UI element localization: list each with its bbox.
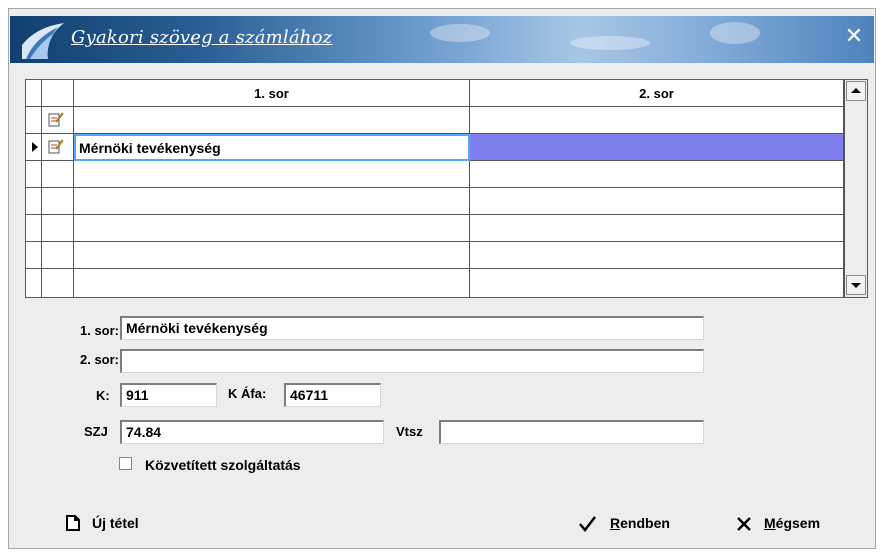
grid-cell-sor2-selected[interactable]: [470, 134, 844, 161]
szj-label: SZJ: [84, 424, 108, 439]
empty-cell: [74, 188, 470, 215]
sor2-field[interactable]: [120, 349, 704, 373]
x-cancel-icon: [737, 517, 751, 531]
k-label: K:: [96, 388, 110, 403]
app-logo-icon: [22, 23, 64, 59]
current-row-arrow-icon: [32, 142, 38, 152]
ok-label: Rendben: [610, 515, 670, 531]
empty-row-icon: [42, 161, 74, 188]
kozvetitett-checkbox-label[interactable]: Közvetített szolgáltatás: [145, 457, 301, 473]
new-document-icon: [66, 515, 80, 531]
grid-corner: [26, 80, 42, 107]
empty-cell: [470, 215, 844, 242]
ok-button[interactable]: Rendben: [578, 514, 690, 534]
empty-row-indicator: [26, 242, 42, 269]
empty-cell: [74, 269, 470, 297]
sor1-field[interactable]: Mérnöki tevékenység: [120, 316, 704, 340]
empty-row-indicator: [26, 188, 42, 215]
empty-cell: [470, 242, 844, 269]
records-grid[interactable]: 1. sor 2. sor Mérnöki tevékenység: [25, 79, 868, 298]
close-icon[interactable]: ✕: [842, 25, 866, 49]
new-item-label: Új tétel: [92, 515, 139, 531]
empty-cell: [74, 242, 470, 269]
sor2-label: 2. sor:: [80, 352, 120, 367]
empty-row-icon: [42, 269, 74, 297]
k-field[interactable]: 911: [120, 383, 217, 407]
empty-cell: [74, 161, 470, 188]
new-item-button[interactable]: Új tétel: [66, 514, 166, 534]
cancel-button[interactable]: Mégsem: [736, 514, 846, 534]
empty-row-icon: [42, 215, 74, 242]
edit-record-icon: [48, 139, 64, 154]
vtsz-label: Vtsz: [396, 424, 423, 439]
empty-row-indicator: [26, 269, 42, 297]
column-header-sor1[interactable]: 1. sor: [74, 80, 470, 107]
kafa-label: K Áfa:: [228, 386, 267, 401]
grid-indicator-header: [42, 80, 74, 107]
title-bar[interactable]: Gyakori szöveg a számlához ✕: [10, 16, 874, 63]
szj-field[interactable]: 74.84: [120, 420, 384, 444]
scroll-down-button[interactable]: [846, 275, 866, 295]
edit-record-icon: [48, 112, 64, 127]
vtsz-field[interactable]: [439, 420, 704, 444]
grid-scrollbar[interactable]: [844, 80, 867, 297]
kafa-field[interactable]: 46711: [284, 383, 381, 407]
scroll-up-button[interactable]: [846, 81, 866, 101]
cancel-label: Mégsem: [764, 515, 821, 531]
empty-row-indicator: [26, 215, 42, 242]
row-indicator[interactable]: [26, 107, 42, 134]
grid-cell-sor2[interactable]: [470, 107, 844, 134]
arrow-up-icon: [851, 88, 861, 93]
row-icon-cell[interactable]: [42, 134, 74, 161]
empty-cell: [74, 215, 470, 242]
checkmark-icon: [579, 516, 596, 532]
empty-row-icon: [42, 188, 74, 215]
sor1-label: 1. sor:: [80, 323, 120, 338]
kozvetitett-checkbox[interactable]: [119, 457, 132, 470]
arrow-down-icon: [851, 283, 861, 288]
empty-row-indicator: [26, 161, 42, 188]
empty-cell: [470, 188, 844, 215]
row-indicator-current[interactable]: [26, 134, 42, 161]
empty-cell: [470, 161, 844, 188]
empty-row-icon: [42, 242, 74, 269]
column-header-sor2[interactable]: 2. sor: [470, 80, 844, 107]
row-icon-cell[interactable]: [42, 107, 74, 134]
window-title: Gyakori szöveg a számlához: [71, 27, 333, 48]
empty-cell: [470, 269, 844, 297]
grid-cell-sor1-active[interactable]: Mérnöki tevékenység: [74, 134, 470, 161]
grid-cell-sor1[interactable]: [74, 107, 470, 134]
